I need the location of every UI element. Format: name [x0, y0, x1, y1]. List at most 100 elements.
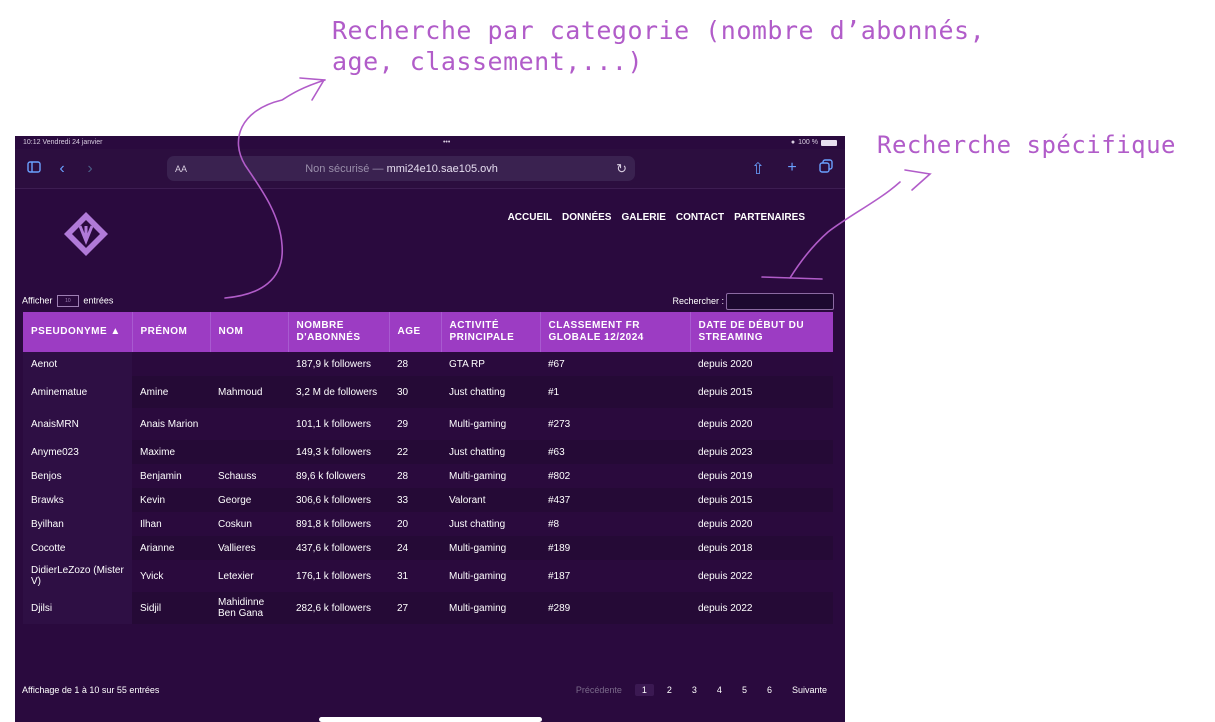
sidebar-icon[interactable] [23, 160, 45, 178]
pagination-page-3[interactable]: 3 [685, 684, 704, 696]
page-length-select[interactable]: 10 [56, 295, 79, 307]
pagination-page-4[interactable]: 4 [710, 684, 729, 696]
table-cell: Benjamin [132, 464, 210, 488]
table-cell [210, 408, 288, 440]
table-cell: #437 [540, 488, 690, 512]
table-controls: Afficher 10 entrées Rechercher : [22, 291, 834, 311]
pagination-page-1[interactable]: 1 [634, 684, 654, 696]
table-cell: Arianne [132, 536, 210, 560]
table-cell: Schauss [210, 464, 288, 488]
wifi-icon: ● [790, 139, 796, 146]
table-row: Djilsi Sidjil Mahidinne Ben Gana 282,6 k fo… [23, 592, 833, 624]
table-cell: 24 [389, 536, 441, 560]
table-cell: 176,1 k followers [288, 560, 389, 592]
table-cell: depuis 2019 [690, 464, 833, 488]
search-input[interactable] [726, 292, 834, 310]
status-time: 10:12 [23, 139, 41, 146]
table-row: Byilhan Ilhan Coskun 891,8 k followers 20 Jus… [23, 512, 833, 536]
column-header[interactable]: NOM [209, 312, 288, 352]
table-cell: depuis 2020 [690, 352, 833, 376]
column-header[interactable]: AGE [388, 312, 441, 352]
show-suffix: entrées [83, 295, 114, 306]
reload-icon[interactable]: ↻ [616, 161, 627, 177]
column-header[interactable]: ACTIVITÉ PRINCIPALE [440, 312, 540, 352]
toolbar-right: ⇧ + [747, 159, 837, 179]
status-right: ● 100 % [791, 139, 837, 146]
forward-icon[interactable]: › [79, 160, 101, 178]
back-icon[interactable]: ‹ [51, 160, 73, 178]
table-cell: Mahmoud [210, 376, 288, 408]
table-row: DidierLeZozo (Mister V) Yvick Letexier 176,… [23, 560, 833, 592]
pagination-prev[interactable]: Précédente [569, 684, 629, 696]
pagination-page-5[interactable]: 5 [735, 684, 754, 696]
table-cell: 282,6 k followers [288, 592, 389, 624]
share-icon[interactable]: ⇧ [747, 159, 769, 179]
browser-toolbar: ‹ › AA Non sécurisé — mmi24e10.sae105.ov… [15, 149, 845, 189]
site-logo[interactable] [63, 211, 109, 257]
search-label: Rechercher : [672, 296, 724, 306]
pagination-page-6[interactable]: 6 [760, 684, 779, 696]
main-nav: ACCUEIL DONNÉES GALERIE CONTACT PARTENAI… [508, 212, 805, 223]
address-bar[interactable]: AA Non sécurisé — mmi24e10.sae105.ovh ↻ [167, 156, 635, 181]
table-cell: #189 [540, 536, 690, 560]
table-cell: Amine [132, 376, 210, 408]
nav-donnees[interactable]: DONNÉES [562, 212, 611, 223]
table-cell: Just chatting [441, 512, 540, 536]
table-cell: 28 [389, 352, 441, 376]
status-battery-text: 100 % [798, 139, 818, 146]
table-cell: Mahidinne Ben Gana [210, 592, 288, 624]
new-tab-icon[interactable]: + [781, 159, 803, 179]
table-cell [210, 352, 288, 376]
table-cell: depuis 2022 [690, 592, 833, 624]
column-header[interactable]: NOMBRE D'ABONNÉS [287, 312, 389, 352]
nav-accueil[interactable]: ACCUEIL [508, 212, 552, 223]
nav-partenaires[interactable]: PARTENAIRES [734, 212, 805, 223]
table-cell: 891,8 k followers [288, 512, 389, 536]
table-cell: Multi-gaming [441, 560, 540, 592]
column-header[interactable]: DATE DE DÉBUT DU STREAMING [689, 312, 833, 352]
table-cell: Letexier [210, 560, 288, 592]
table-cell: 89,6 k followers [288, 464, 389, 488]
pagination: Précédente 1 2 3 4 5 6 Suivante [569, 684, 834, 696]
table-cell: #1 [540, 376, 690, 408]
table-cell: DidierLeZozo (Mister V) [23, 560, 132, 592]
table-info: Affichage de 1 à 10 sur 55 entrées [22, 685, 160, 695]
table-cell: 22 [389, 440, 441, 464]
table-cell: Kevin [132, 488, 210, 512]
battery-icon [821, 139, 837, 146]
table-cell: Multi-gaming [441, 592, 540, 624]
table-cell: Maxime [132, 440, 210, 464]
pagination-next[interactable]: Suivante [785, 684, 834, 696]
table-cell: Multi-gaming [441, 536, 540, 560]
table-row: Benjos Benjamin Schauss 89,6 k followers 28 M… [23, 464, 833, 488]
table-row: Aenot 187,9 k followers 28 GTA RP #67 depuis … [23, 352, 833, 376]
streamers-table: PSEUDONYME ▲ PRÉNOM NOM NOMBRE D'ABONNÉS… [23, 312, 833, 624]
table-cell: Byilhan [23, 512, 132, 536]
home-indicator [319, 717, 542, 722]
table-cell: 437,6 k followers [288, 536, 389, 560]
column-header[interactable]: PSEUDONYME ▲ [23, 312, 132, 352]
table-cell: Benjos [23, 464, 132, 488]
annotation-category-line-1: Recherche par categorie (nombre d’abonné… [332, 16, 986, 45]
page-length-control: Afficher 10 entrées [22, 295, 113, 307]
column-header[interactable]: PRÉNOM [131, 312, 210, 352]
table-cell: 33 [389, 488, 441, 512]
pagination-page-2[interactable]: 2 [660, 684, 679, 696]
nav-galerie[interactable]: GALERIE [621, 212, 665, 223]
table-cell: Aenot [23, 352, 132, 376]
nav-contact[interactable]: CONTACT [676, 212, 724, 223]
table-cell: 28 [389, 464, 441, 488]
tabs-icon[interactable] [815, 158, 837, 179]
status-date: Vendredi 24 janvier [42, 139, 103, 146]
table-cell: 27 [389, 592, 441, 624]
table-cell: Multi-gaming [441, 464, 540, 488]
table-cell: Anais Marion [132, 408, 210, 440]
column-header[interactable]: CLASSEMENT FR GLOBALE 12/2024 [539, 312, 690, 352]
site-header: ACCUEIL DONNÉES GALERIE CONTACT PARTENAI… [15, 189, 845, 284]
url-separator: — [372, 162, 384, 175]
reader-aa-button[interactable]: AA [175, 164, 187, 174]
table-cell: #187 [540, 560, 690, 592]
table-cell: Yvick [132, 560, 210, 592]
table-cell: depuis 2015 [690, 376, 833, 408]
table-cell: Sidjil [132, 592, 210, 624]
